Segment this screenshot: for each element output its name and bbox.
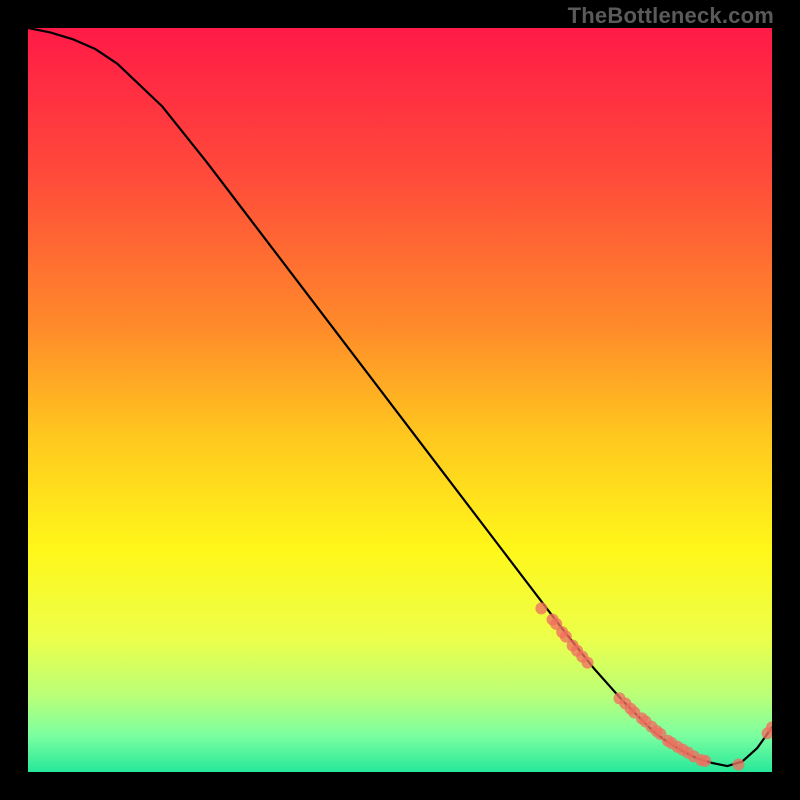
plot-svg (28, 28, 772, 772)
scatter-dot (581, 657, 593, 669)
scatter-dot (535, 602, 547, 614)
scatter-dot (699, 755, 711, 767)
scatter-dot (733, 759, 745, 771)
plot-area (28, 28, 772, 772)
plot-background (28, 28, 772, 772)
watermark-text: TheBottleneck.com (568, 3, 774, 29)
chart-frame: TheBottleneck.com (0, 0, 800, 800)
